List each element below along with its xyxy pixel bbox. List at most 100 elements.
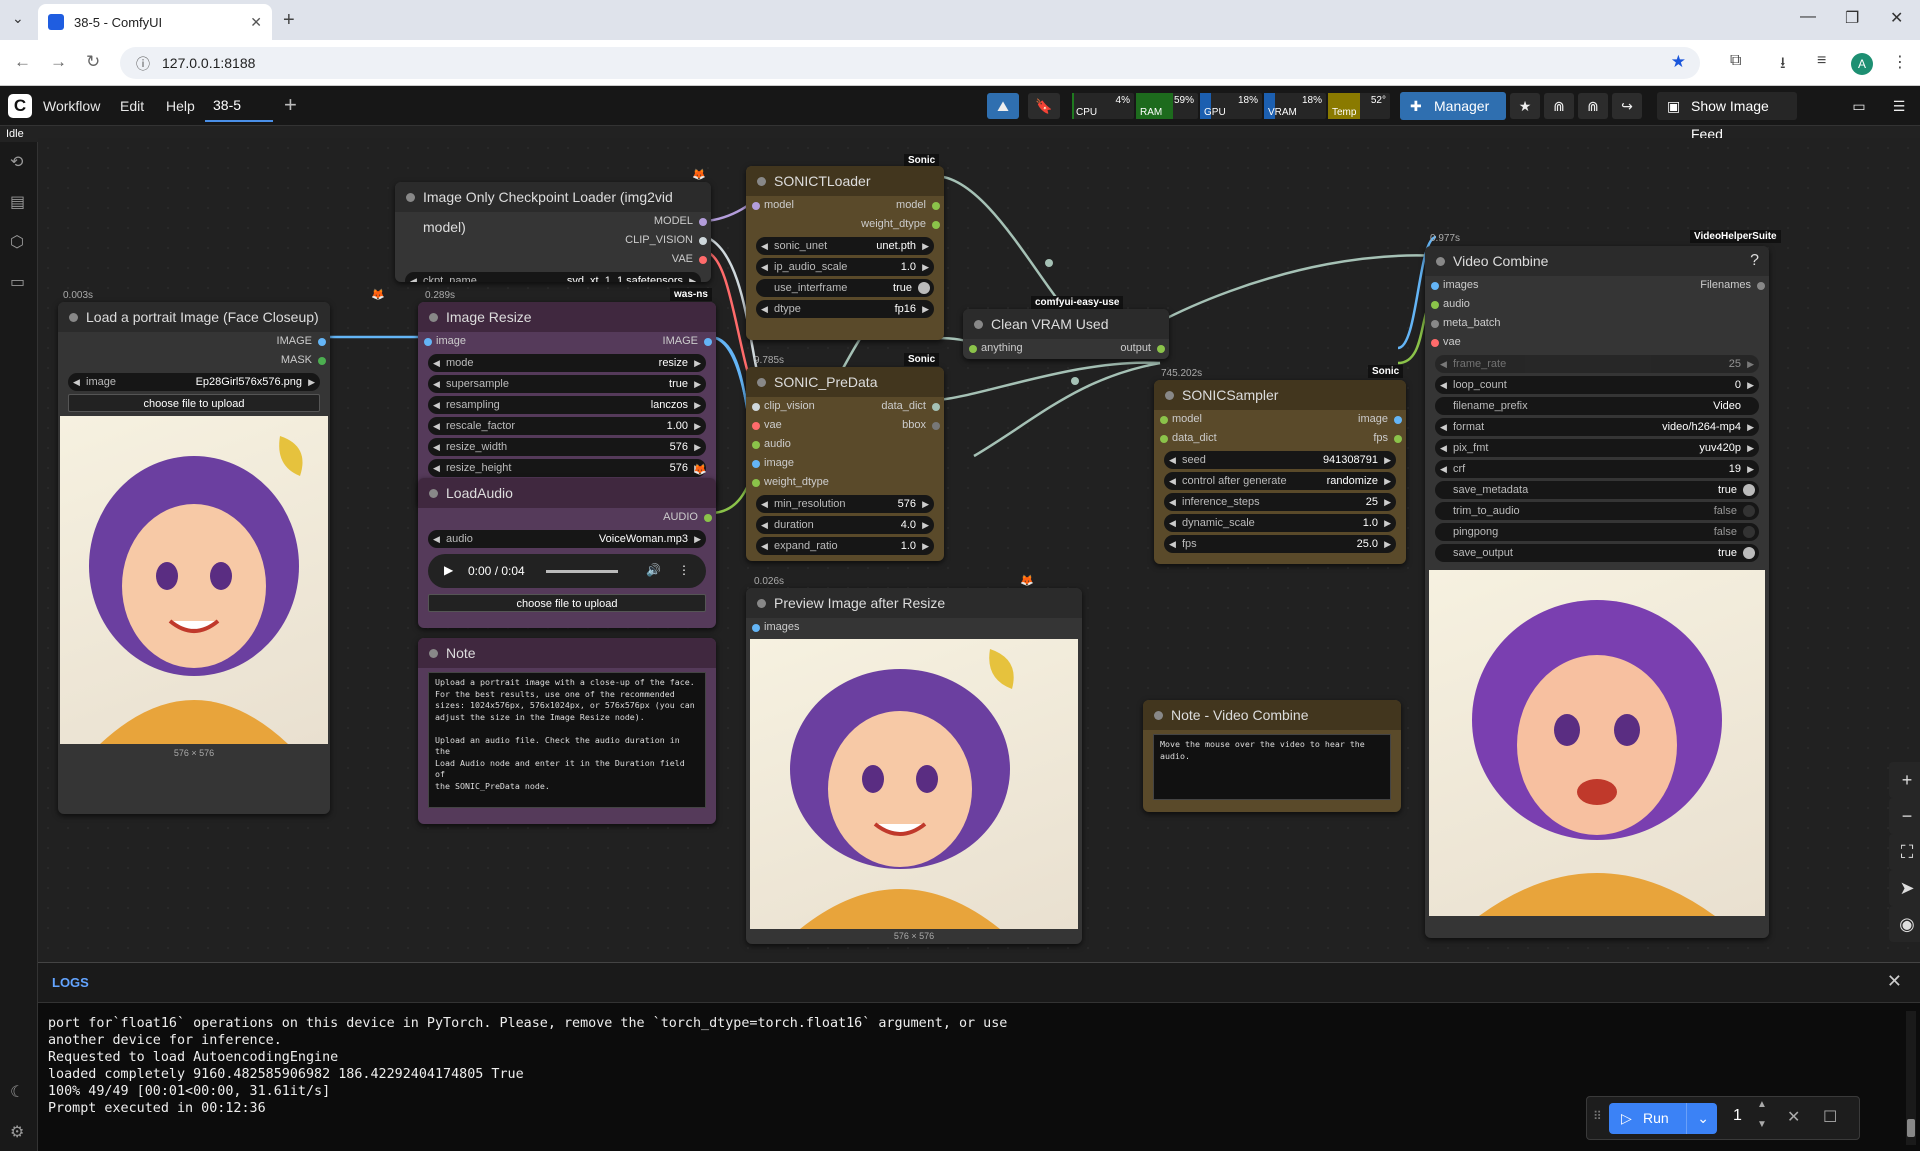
logs-title[interactable]: LOGS xyxy=(52,975,89,990)
url-bar[interactable]: ⓘ 127.0.0.1:8188 ★ xyxy=(120,47,1700,79)
use-interframe-toggle[interactable]: use_interframe true xyxy=(756,279,934,297)
upload-image-button[interactable]: choose file to upload xyxy=(68,394,320,412)
output-clip-vision[interactable]: CLIP_VISION xyxy=(395,231,711,250)
node-title[interactable]: SONIC_PreData xyxy=(746,367,944,397)
node-title[interactable]: Image Resize xyxy=(418,302,716,332)
fps-widget[interactable]: fps25.0 xyxy=(1164,535,1396,553)
inference-steps-widget[interactable]: inference_steps25 xyxy=(1164,493,1396,511)
sonic-loader-model[interactable]: model model xyxy=(746,196,944,215)
node-title[interactable]: Preview Image after Resize xyxy=(746,588,1082,618)
load-image-node[interactable]: Load a portrait Image (Face Closeup) IMA… xyxy=(58,302,330,814)
load-audio-node[interactable]: LoadAudio AUDIO audioVoiceWoman.mp3 ▶ 0:… xyxy=(418,478,716,628)
dynamic-scale-widget[interactable]: dynamic_scale1.0 xyxy=(1164,514,1396,532)
downloads-icon[interactable]: ⭳ xyxy=(1780,52,1786,79)
browser-menu-icon[interactable]: ⋮ xyxy=(1892,52,1908,72)
output-mask[interactable]: MASK xyxy=(58,351,330,370)
preview-images-input[interactable]: images xyxy=(746,618,1082,637)
dtype-widget[interactable]: dtypefp16 xyxy=(756,300,934,318)
menu-workflow[interactable]: Workflow xyxy=(43,98,100,114)
expand-ratio-widget[interactable]: expand_ratio1.0 xyxy=(756,537,934,555)
image-select[interactable]: imageEp28Girl576x576.png xyxy=(68,373,320,391)
node-title[interactable]: Clean VRAM Used xyxy=(963,309,1169,339)
output-image[interactable]: IMAGE xyxy=(58,332,330,351)
video-meta-batch-input[interactable]: meta_batch xyxy=(1425,314,1769,333)
save-metadata-toggle[interactable]: save_metadata true xyxy=(1435,481,1759,499)
comfy-logo-icon[interactable]: C xyxy=(8,94,32,118)
forward-icon[interactable]: → xyxy=(50,52,67,72)
trim-to-audio-toggle[interactable]: trim_to_audio false xyxy=(1435,502,1759,520)
video-preview[interactable] xyxy=(1429,570,1765,916)
reload-icon[interactable]: ↻ xyxy=(86,52,100,72)
history-icon[interactable]: ⟲ xyxy=(10,152,23,172)
drag-handle-icon[interactable]: ⠿ xyxy=(1593,1109,1602,1123)
restore-icon[interactable]: ❐ xyxy=(1845,8,1859,28)
model-icon[interactable]: ⋒ xyxy=(1544,93,1574,119)
audio-more-icon[interactable]: ⋮ xyxy=(678,563,690,577)
back-icon[interactable]: ← xyxy=(14,52,31,72)
queue-icon[interactable]: ⛰ xyxy=(987,93,1019,119)
bookmark-star-icon[interactable]: ★ xyxy=(1671,52,1686,72)
crf-widget[interactable]: crf19 xyxy=(1435,460,1759,478)
note-text[interactable]: Upload a portrait image with a close-up … xyxy=(428,672,706,808)
pingpong-toggle[interactable]: pingpong false xyxy=(1435,523,1759,541)
logs-scrollbar[interactable] xyxy=(1906,1011,1916,1145)
output-audio[interactable]: AUDIO xyxy=(418,508,716,527)
rescale-factor-widget[interactable]: rescale_factor1.00 xyxy=(428,417,706,435)
run-dropdown-icon[interactable]: ⌄ xyxy=(1686,1103,1709,1134)
settings-gear-icon[interactable]: ⚙ xyxy=(10,1122,24,1142)
volume-icon[interactable]: 🔊 xyxy=(646,563,661,577)
video-vae-input[interactable]: vae xyxy=(1425,333,1769,352)
select-mode-icon[interactable]: ➤ xyxy=(1889,870,1920,906)
bookmark-icon[interactable]: 🔖 xyxy=(1028,93,1060,119)
resampling-widget[interactable]: resamplinglanczos xyxy=(428,396,706,414)
help-icon[interactable]: ? xyxy=(1750,246,1759,276)
ckpt-name-select[interactable]: ckpt_namesvd_xt_1_1.safetensors xyxy=(405,272,701,282)
menu-edit[interactable]: Edit xyxy=(120,98,144,114)
resize-io[interactable]: image IMAGE xyxy=(418,332,716,351)
checkpoint-loader-node[interactable]: Image Only Checkpoint Loader (img2vid mo… xyxy=(395,182,711,282)
star-icon[interactable]: ★ xyxy=(1510,93,1540,119)
video-images-input[interactable]: images Filenames xyxy=(1425,276,1769,295)
profile-avatar[interactable]: A xyxy=(1851,53,1873,75)
predata-image[interactable]: image xyxy=(746,454,944,473)
frame-rate-widget[interactable]: frame_rate25 xyxy=(1435,355,1759,373)
workflow-tab[interactable]: 38-5 xyxy=(205,90,273,122)
predata-clip-vision[interactable]: clip_vision data_dict xyxy=(746,397,944,416)
audio-progress-track[interactable] xyxy=(546,570,618,573)
new-workflow-icon[interactable]: + xyxy=(284,92,297,118)
sampler-model[interactable]: model image xyxy=(1154,410,1406,429)
save-output-toggle[interactable]: save_output true xyxy=(1435,544,1759,562)
clean-vram-io[interactable]: anything output xyxy=(963,339,1169,358)
output-vae[interactable]: VAE xyxy=(395,250,711,269)
manager-button[interactable]: ✚ Manager xyxy=(1400,92,1506,120)
ip-audio-scale-widget[interactable]: ip_audio_scale1.0 xyxy=(756,258,934,276)
close-tab-icon[interactable]: ✕ xyxy=(250,14,262,31)
count-down-icon[interactable]: ▼ xyxy=(1757,1119,1767,1130)
sonic-sampler-node[interactable]: SONICSampler modelimage data_dictfps see… xyxy=(1154,380,1406,564)
panel-toggle-icon[interactable]: ▭ xyxy=(1844,93,1874,119)
zoom-out-icon[interactable]: − xyxy=(1889,798,1920,834)
stop-icon[interactable]: ☐ xyxy=(1823,1107,1837,1127)
video-combine-node[interactable]: Video Combine? images Filenames audio met… xyxy=(1425,246,1769,938)
close-window-icon[interactable]: ✕ xyxy=(1890,8,1903,28)
supersample-widget[interactable]: supersampletrue xyxy=(428,375,706,393)
resize-width-widget[interactable]: resize_width576 xyxy=(428,438,706,456)
new-tab-icon[interactable]: + xyxy=(283,9,295,32)
filename-prefix-field[interactable]: filename_prefix Video xyxy=(1435,397,1759,415)
control-after-generate-widget[interactable]: control after generaterandomize xyxy=(1164,472,1396,490)
note-video-combine-node[interactable]: Note - Video Combine Move the mouse over… xyxy=(1143,700,1401,812)
node-title[interactable]: Note - Video Combine xyxy=(1143,700,1401,730)
node-title[interactable]: SONICTLoader xyxy=(746,166,944,196)
node-title[interactable]: Video Combine? xyxy=(1425,246,1769,276)
node-library-icon[interactable]: ⬡ xyxy=(10,232,24,252)
toggle-links-icon[interactable]: ◉ xyxy=(1889,906,1920,942)
node-title[interactable]: SONICSampler xyxy=(1154,380,1406,410)
queue-list-icon[interactable]: ▤ xyxy=(10,192,25,212)
theme-moon-icon[interactable]: ☾ xyxy=(10,1082,24,1102)
audio-select[interactable]: audioVoiceWoman.mp3 xyxy=(428,530,706,548)
audio-player[interactable]: ▶ 0:00 / 0:04 🔊 ⋮ xyxy=(428,554,706,588)
clean-vram-node[interactable]: Clean VRAM Used anything output xyxy=(963,309,1169,359)
mode-widget[interactable]: moderesize xyxy=(428,354,706,372)
zoom-in-icon[interactable]: + xyxy=(1889,762,1920,798)
folder-icon[interactable]: ▭ xyxy=(10,272,25,292)
